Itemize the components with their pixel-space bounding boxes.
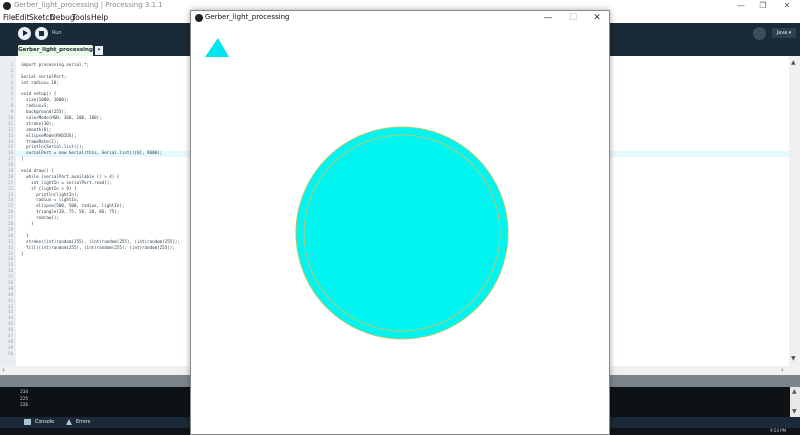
console-line: 226	[20, 403, 29, 408]
sketch-window-title: Gerber_light_processing	[205, 13, 290, 21]
warning-icon	[66, 418, 72, 425]
console-scroll-down-icon[interactable]: ▼	[792, 408, 797, 415]
ide-window-title: Gerber_light_processing | Processing 3.1…	[14, 1, 163, 9]
menu-debug[interactable]: Debug	[50, 13, 75, 22]
run-button[interactable]	[18, 27, 31, 40]
ide-close-button[interactable]: ✕	[776, 0, 798, 12]
code-line: }	[21, 250, 24, 256]
code-text[interactable]: import processing.serial.*; Serial serial…	[21, 62, 193, 256]
sketch-close-button[interactable]: ✕	[585, 11, 609, 25]
ide-minimize-button[interactable]: —	[730, 0, 752, 12]
menu-edit[interactable]: Edit	[15, 13, 30, 22]
scroll-left-icon[interactable]: ‹	[2, 366, 5, 374]
processing-app-icon	[195, 14, 203, 22]
sketch-maximize-button[interactable]: ☐	[561, 11, 585, 25]
tab-menu-arrow[interactable]: ▾	[95, 46, 103, 55]
errors-tab[interactable]: Errors	[66, 418, 90, 427]
inner-ellipse	[303, 134, 501, 332]
debugger-button[interactable]	[753, 27, 766, 40]
console-scroll-up-icon[interactable]: ▲	[792, 388, 797, 395]
menu-help[interactable]: Help	[91, 13, 108, 22]
editor-vertical-scrollbar[interactable]: ▲ ▼	[789, 56, 800, 366]
sketch-canvas[interactable]	[191, 25, 609, 434]
scroll-up-icon[interactable]: ▲	[791, 59, 796, 66]
menu-tools[interactable]: Tools	[72, 13, 90, 22]
desktop: Gerber_light_processing | Processing 3.1…	[0, 0, 800, 435]
sketch-window[interactable]: Gerber_light_processing — ☐ ✕	[190, 10, 610, 435]
code-line: stroke((int)random(255), (int)random(255…	[21, 238, 180, 244]
code-line: fill((int)random(255), (int)random(255),…	[21, 244, 175, 250]
line-number-gutter: 1 2 3 4 5 6 7 8 9 10 11 12 13 14 15 16 17 18 19 20 21 22 23 24 2…	[0, 56, 16, 366]
menu-file[interactable]: File	[3, 13, 16, 22]
triangle-shape	[205, 38, 229, 57]
mode-selector[interactable]: Java ▾	[772, 28, 796, 38]
console-scrollbar[interactable]: ▲ ▼	[790, 387, 800, 417]
ide-maximize-button[interactable]: ❐	[752, 0, 774, 12]
console-line: 234	[20, 390, 29, 395]
console-tab[interactable]: Console	[24, 418, 54, 427]
stop-button[interactable]	[35, 27, 48, 40]
console-icon	[24, 418, 31, 425]
taskbar-clock: 9:54 PM	[770, 428, 787, 433]
tab-gerber-light-processing[interactable]: Gerber_light_processing	[18, 45, 93, 56]
sketch-titlebar: Gerber_light_processing — ☐ ✕	[191, 11, 609, 25]
run-label: Run	[52, 30, 62, 36]
processing-app-icon	[3, 2, 11, 10]
line-number: 50	[8, 350, 13, 356]
scroll-right-icon[interactable]: ›	[781, 366, 784, 374]
console-tab-label: Console	[35, 420, 55, 425]
sketch-drawing	[205, 38, 509, 340]
sketch-minimize-button[interactable]: —	[536, 11, 560, 25]
scroll-down-icon[interactable]: ▼	[791, 355, 796, 362]
errors-tab-label: Errors	[76, 420, 91, 425]
